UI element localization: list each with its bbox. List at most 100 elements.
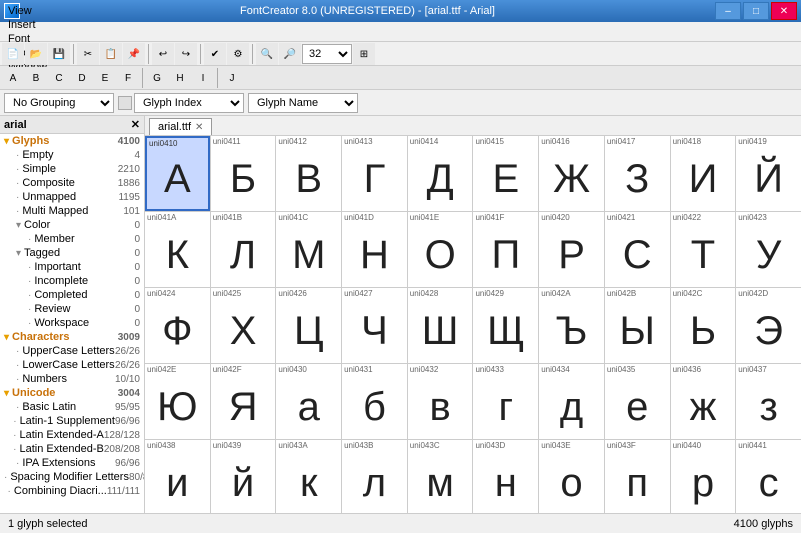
glyph-cell[interactable]: uni0431 б <box>342 364 407 439</box>
glyph-cell[interactable]: uni042B Ы <box>605 288 670 363</box>
glyph-cell[interactable]: uni0423 У <box>736 212 801 287</box>
tree-item-multimapped[interactable]: · Multi Mapped 101 <box>0 204 144 218</box>
glyph-cell[interactable]: uni041D Н <box>342 212 407 287</box>
tree-item-characters[interactable]: ▾ Characters 3009 <box>0 330 144 344</box>
save-button[interactable]: 💾 <box>48 43 70 65</box>
zoom-fit-button[interactable]: ⊞ <box>353 43 375 65</box>
glyph-cell[interactable]: uni0437 з <box>736 364 801 439</box>
tree-item-tagged[interactable]: ▾ Tagged 0 <box>0 246 144 260</box>
tool-a[interactable]: A <box>2 67 24 89</box>
glyph-cell[interactable]: uni0418 И <box>671 136 736 211</box>
glyph-cell[interactable]: uni0425 Х <box>211 288 276 363</box>
tree-item-lowercase[interactable]: · LowerCase Letters 26/26 <box>0 358 144 372</box>
tree-item-completed[interactable]: · Completed 0 <box>0 288 144 302</box>
glyph-cell[interactable]: uni0421 С <box>605 212 670 287</box>
tool-b[interactable]: B <box>25 67 47 89</box>
menu-item-insert[interactable]: Insert <box>2 18 53 32</box>
glyph-cell[interactable]: uni041A К <box>145 212 210 287</box>
paste-button[interactable]: 📌 <box>123 43 145 65</box>
redo-button[interactable]: ↪ <box>175 43 197 65</box>
cut-button[interactable]: ✂ <box>77 43 99 65</box>
tree-item-spacing[interactable]: · Spacing Modifier Letters 80/80 <box>0 470 144 484</box>
tree-item-uppercase[interactable]: · UpperCase Letters 26/26 <box>0 344 144 358</box>
glyph-cell[interactable]: uni042D Э <box>736 288 801 363</box>
tree-item-review[interactable]: · Review 0 <box>0 302 144 316</box>
index-icon[interactable] <box>118 96 132 110</box>
tool-c[interactable]: C <box>48 67 70 89</box>
glyph-cell[interactable]: uni0428 Ш <box>408 288 473 363</box>
glyph-cell[interactable]: uni0412 В <box>276 136 341 211</box>
tree-item-numbers[interactable]: · Numbers 10/10 <box>0 372 144 386</box>
glyph-cell[interactable]: uni043C м <box>408 440 473 513</box>
glyph-cell[interactable]: uni043B л <box>342 440 407 513</box>
tree-item-color[interactable]: ▾ Color 0 <box>0 218 144 232</box>
tree-item-combining[interactable]: · Combining Diacri... 111/111 <box>0 484 144 498</box>
tree-item-incomplete[interactable]: · Incomplete 0 <box>0 274 144 288</box>
glyph-cell[interactable]: uni0415 Е <box>473 136 538 211</box>
glyph-cell[interactable]: uni042A Ъ <box>539 288 604 363</box>
main-tab[interactable]: arial.ttf ✕ <box>149 118 212 135</box>
tool-j[interactable]: J <box>221 67 243 89</box>
glyph-cell[interactable]: uni0440 р <box>671 440 736 513</box>
glyph-cell[interactable]: uni0430 а <box>276 364 341 439</box>
tool-i[interactable]: I <box>192 67 214 89</box>
glyph-cell[interactable]: uni0427 Ч <box>342 288 407 363</box>
tree-item-member[interactable]: · Member 0 <box>0 232 144 246</box>
glyph-cell[interactable]: uni0417 З <box>605 136 670 211</box>
tool-h[interactable]: H <box>169 67 191 89</box>
glyph-cell[interactable]: uni043A к <box>276 440 341 513</box>
glyph-cell[interactable]: uni0426 Ц <box>276 288 341 363</box>
tree-item-latin1sup[interactable]: · Latin-1 Supplement 96/96 <box>0 414 144 428</box>
glyph-cell[interactable]: uni0420 Р <box>539 212 604 287</box>
tree-item-unicode[interactable]: ▾ Unicode 3004 <box>0 386 144 400</box>
open-button[interactable]: 📂 <box>25 43 47 65</box>
index-combo[interactable]: Glyph Index <box>134 93 244 113</box>
glyph-cell[interactable]: uni0413 Г <box>342 136 407 211</box>
glyph-cell[interactable]: uni0438 и <box>145 440 210 513</box>
tool-f[interactable]: F <box>117 67 139 89</box>
glyph-cell[interactable]: uni042F Я <box>211 364 276 439</box>
glyph-cell[interactable]: uni041B Л <box>211 212 276 287</box>
main-tab-close[interactable]: ✕ <box>195 122 203 133</box>
glyph-cell[interactable]: uni0414 Д <box>408 136 473 211</box>
glyph-cell[interactable]: uni0439 й <box>211 440 276 513</box>
tree-item-workspace[interactable]: · Workspace 0 <box>0 316 144 330</box>
glyph-cell[interactable]: uni0432 в <box>408 364 473 439</box>
glyph-cell[interactable]: uni043F п <box>605 440 670 513</box>
zoom-out-button[interactable]: 🔎 <box>279 43 301 65</box>
tree-item-basiclatin[interactable]: · Basic Latin 95/95 <box>0 400 144 414</box>
glyph-cell[interactable]: uni041C М <box>276 212 341 287</box>
glyph-cell[interactable]: uni0424 Ф <box>145 288 210 363</box>
close-button[interactable]: ✕ <box>771 2 797 20</box>
grouping-combo[interactable]: No Grouping <box>4 93 114 113</box>
copy-button[interactable]: 📋 <box>100 43 122 65</box>
zoom-combo[interactable]: 32164864 <box>302 44 352 64</box>
glyph-cell[interactable]: uni0435 е <box>605 364 670 439</box>
glyph-cell[interactable]: uni0429 Щ <box>473 288 538 363</box>
glyph-cell[interactable]: uni042E Ю <box>145 364 210 439</box>
glyph-cell[interactable]: uni0434 д <box>539 364 604 439</box>
name-combo[interactable]: Glyph Name <box>248 93 358 113</box>
glyph-cell[interactable]: uni0410 А <box>145 136 210 211</box>
glyph-cell[interactable]: uni043E о <box>539 440 604 513</box>
settings-button[interactable]: ⚙ <box>227 43 249 65</box>
glyph-cell[interactable]: uni0419 Й <box>736 136 801 211</box>
validate-button[interactable]: ✔ <box>204 43 226 65</box>
tool-e[interactable]: E <box>94 67 116 89</box>
maximize-button[interactable]: □ <box>743 2 769 20</box>
tree-item-ipa[interactable]: · IPA Extensions 96/96 <box>0 456 144 470</box>
tree-item-empty[interactable]: · Empty 4 <box>0 148 144 162</box>
glyph-cell[interactable]: uni0416 Ж <box>539 136 604 211</box>
glyph-cell[interactable]: uni0441 с <box>736 440 801 513</box>
glyph-area[interactable]: uni0410 А uni0411 Б uni0412 В uni0413 Г … <box>145 136 801 513</box>
tree-item-composite[interactable]: · Composite 1886 <box>0 176 144 190</box>
new-button[interactable]: 📄 <box>2 43 24 65</box>
tree-item-unmapped[interactable]: · Unmapped 1195 <box>0 190 144 204</box>
glyph-cell[interactable]: uni0436 ж <box>671 364 736 439</box>
tree-item-latinexta[interactable]: · Latin Extended-A 128/128 <box>0 428 144 442</box>
glyph-cell[interactable]: uni042C Ь <box>671 288 736 363</box>
glyph-cell[interactable]: uni043D н <box>473 440 538 513</box>
menu-item-view[interactable]: View <box>2 4 53 18</box>
tree-item-important[interactable]: · Important 0 <box>0 260 144 274</box>
minimize-button[interactable]: – <box>715 2 741 20</box>
